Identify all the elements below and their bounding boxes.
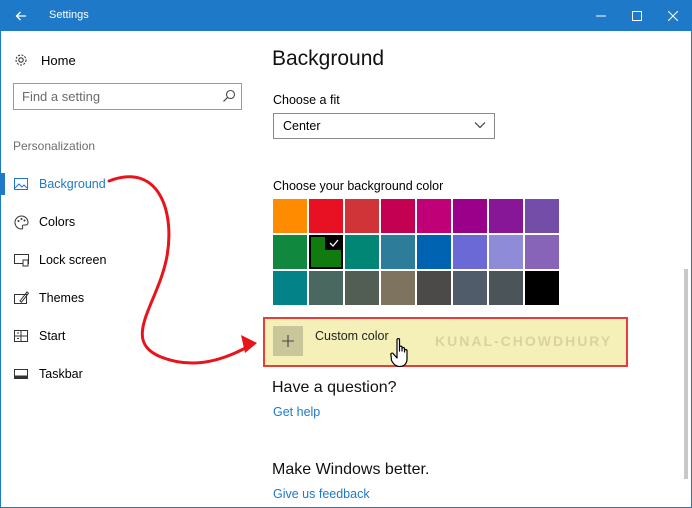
sidebar-item-label: Taskbar	[39, 367, 83, 381]
color-swatch[interactable]	[489, 235, 523, 269]
color-swatch[interactable]	[273, 199, 307, 233]
sidebar-item-start[interactable]: Start	[1, 317, 251, 355]
lock-screen-icon	[13, 252, 29, 268]
background-color-label: Choose your background color	[273, 179, 444, 193]
picture-icon	[13, 176, 29, 192]
sidebar-item-label: Background	[39, 177, 106, 191]
sidebar-item-label: Colors	[39, 215, 76, 229]
color-swatch[interactable]	[345, 235, 379, 269]
title-bar: Settings	[1, 1, 691, 31]
sidebar: Home Personalization Background Colors	[1, 31, 251, 507]
color-swatch[interactable]	[309, 199, 343, 233]
fit-dropdown[interactable]: Center	[273, 113, 495, 139]
plus-icon	[282, 335, 294, 347]
custom-color-label: Custom color	[315, 329, 389, 343]
window-title: Settings	[49, 9, 89, 21]
color-swatch[interactable]	[525, 271, 559, 305]
search-input[interactable]	[22, 89, 212, 104]
color-swatch[interactable]	[453, 199, 487, 233]
page-title: Background	[272, 47, 385, 70]
main-content: Background Choose a fit Center Choose yo…	[263, 31, 681, 507]
color-swatch[interactable]	[417, 199, 451, 233]
home-link[interactable]: Home	[13, 49, 76, 71]
hand-cursor-icon	[390, 338, 408, 368]
color-swatch[interactable]	[345, 271, 379, 305]
sidebar-item-lock-screen[interactable]: Lock screen	[1, 241, 251, 279]
search-icon[interactable]	[222, 89, 236, 103]
palette-icon	[13, 214, 29, 230]
fit-selected-value: Center	[283, 119, 321, 133]
sidebar-item-label: Themes	[39, 291, 85, 305]
scrollbar[interactable]	[684, 269, 688, 479]
feedback-heading: Make Windows better.	[272, 461, 430, 478]
color-swatch[interactable]	[273, 235, 307, 269]
fit-label: Choose a fit	[273, 93, 340, 107]
taskbar-icon	[13, 366, 29, 382]
close-button[interactable]	[655, 1, 691, 31]
color-swatch[interactable]	[309, 271, 343, 305]
color-swatch-grid	[273, 199, 563, 305]
color-swatch[interactable]	[381, 235, 415, 269]
color-swatch[interactable]	[525, 199, 559, 233]
settings-window: Settings Home Personalization	[0, 0, 692, 508]
watermark: KUNAL-CHOWDHURY	[435, 333, 613, 349]
checkmark-icon	[325, 235, 343, 250]
themes-icon	[13, 290, 29, 306]
color-swatch[interactable]	[453, 271, 487, 305]
color-swatch[interactable]	[417, 235, 451, 269]
custom-color-button[interactable]	[273, 326, 303, 356]
maximize-button[interactable]	[619, 1, 655, 31]
back-arrow-icon	[15, 11, 26, 21]
color-swatch[interactable]	[345, 199, 379, 233]
section-label: Personalization	[13, 139, 96, 153]
sidebar-item-background[interactable]: Background	[1, 165, 251, 203]
minimize-icon	[596, 15, 606, 17]
sidebar-item-label: Start	[39, 329, 66, 343]
sidebar-nav: Background Colors Lock screen Themes Sta…	[1, 165, 251, 393]
color-swatch[interactable]	[489, 199, 523, 233]
chevron-down-icon	[474, 122, 486, 129]
sidebar-item-themes[interactable]: Themes	[1, 279, 251, 317]
color-swatch[interactable]	[525, 235, 559, 269]
minimize-button[interactable]	[583, 1, 619, 31]
give-feedback-link[interactable]: Give us feedback	[273, 487, 370, 501]
get-help-link[interactable]: Get help	[273, 405, 320, 419]
color-swatch[interactable]	[453, 235, 487, 269]
color-swatch[interactable]	[417, 271, 451, 305]
color-swatch[interactable]	[489, 271, 523, 305]
color-swatch[interactable]	[309, 235, 343, 269]
color-swatch[interactable]	[381, 199, 415, 233]
custom-color-highlight: Custom color KUNAL-CHOWDHURY	[263, 317, 628, 368]
maximize-icon	[632, 11, 642, 21]
home-label: Home	[41, 52, 76, 68]
color-swatch[interactable]	[381, 271, 415, 305]
sidebar-item-colors[interactable]: Colors	[1, 203, 251, 241]
color-swatch[interactable]	[273, 271, 307, 305]
sidebar-item-label: Lock screen	[39, 253, 107, 267]
start-icon	[13, 328, 29, 344]
back-button[interactable]	[1, 1, 41, 31]
gear-icon	[13, 53, 29, 67]
question-heading: Have a question?	[272, 379, 397, 396]
close-icon	[668, 11, 678, 21]
sidebar-item-taskbar[interactable]: Taskbar	[1, 355, 251, 393]
search-box[interactable]	[13, 83, 242, 110]
